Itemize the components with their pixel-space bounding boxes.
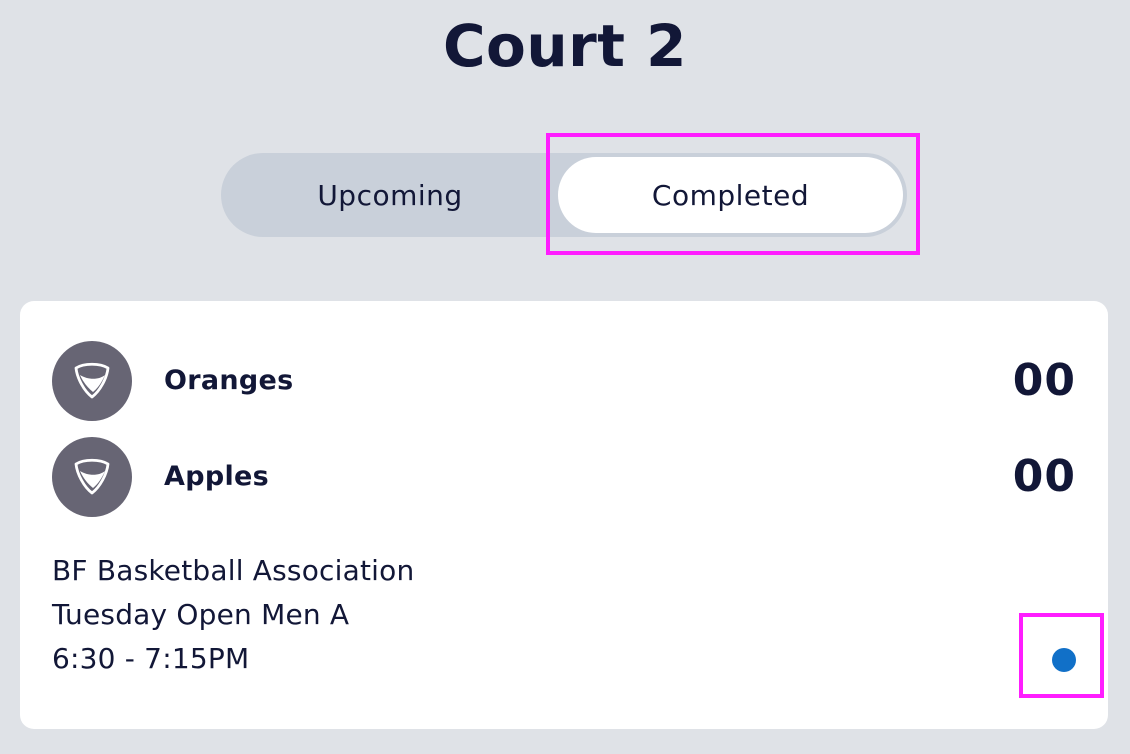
- status-dot-icon[interactable]: [1052, 648, 1076, 672]
- page-title: Court 2: [442, 12, 688, 80]
- team-row: Oranges 00: [52, 341, 1076, 421]
- shield-icon: [74, 458, 110, 495]
- team-name: Oranges: [164, 365, 294, 396]
- team-score: 00: [1012, 451, 1076, 502]
- game-status-toggle: Upcoming Completed: [221, 153, 907, 237]
- game-card[interactable]: Oranges 00 Apples 00 BF Basketball Assoc…: [20, 301, 1108, 729]
- league-name: Tuesday Open Men A: [52, 598, 350, 631]
- tab-upcoming[interactable]: Upcoming: [225, 157, 555, 233]
- team-row: Apples 00: [52, 437, 1076, 517]
- team-name: Apples: [164, 461, 269, 492]
- game-details: BF Basketball Association Tuesday Open M…: [52, 549, 414, 681]
- shield-icon: [74, 362, 110, 399]
- team-logo: [52, 341, 132, 421]
- team-logo: [52, 437, 132, 517]
- game-time: 6:30 - 7:15PM: [52, 642, 250, 675]
- team-score: 00: [1012, 355, 1076, 406]
- court-page: Court 2 Upcoming Completed Oranges 00 Ap…: [0, 0, 1130, 754]
- tab-completed[interactable]: Completed: [558, 157, 903, 233]
- association-name: BF Basketball Association: [52, 554, 415, 587]
